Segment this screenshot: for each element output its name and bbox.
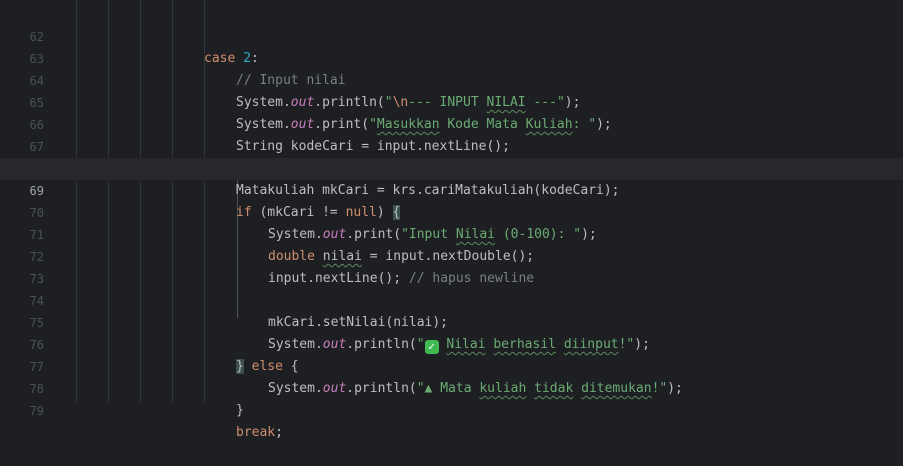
code-line[interactable]: 76 } else { (0, 312, 903, 374)
code-line[interactable]: 78 } (0, 356, 903, 418)
code-line[interactable]: 68 Matakuliah mkCari = krs.cariMatakulia… (0, 136, 903, 198)
code-line[interactable]: 79 break; (0, 378, 903, 440)
code-line[interactable]: 75 System.out.println(" ✓ Nilai berhasil … (0, 290, 903, 354)
code-text: ; (275, 425, 283, 440)
code-editor[interactable]: 62 case 2: 63 // Input nilai 64 System.o… (0, 0, 903, 440)
code-line[interactable]: 66 String kodeCari = input.nextLine(); (0, 92, 903, 154)
code-line[interactable]: 62 case 2: (0, 4, 903, 66)
code-line[interactable]: 67 (0, 114, 903, 154)
code-text: } (236, 403, 244, 418)
code-line[interactable]: 72 input.nextLine(); // hapus newline (0, 224, 903, 286)
code-line[interactable]: 77 System.out.println("▲ Mata kuliah tid… (0, 334, 903, 396)
code-line-current[interactable]: 69 if (mkCari != null) { (0, 158, 903, 220)
code-line[interactable]: 70 System.out.print("Input Nilai (0-100)… (0, 180, 903, 242)
code-line[interactable]: 71 double nilai = input.nextDouble(); (0, 202, 903, 264)
code-line[interactable]: 73 (0, 246, 903, 286)
keyword-break: break (236, 425, 276, 440)
line-number: 79 (29, 404, 44, 418)
code-line[interactable]: 63 // Input nilai (0, 26, 903, 88)
code-line[interactable]: 65 System.out.print("Masukkan Kode Mata … (0, 70, 903, 132)
code-line[interactable]: 64 System.out.println("\n--- INPUT NILAI… (0, 48, 903, 110)
code-line[interactable]: 74 mkCari.setNilai(nilai); (0, 268, 903, 330)
